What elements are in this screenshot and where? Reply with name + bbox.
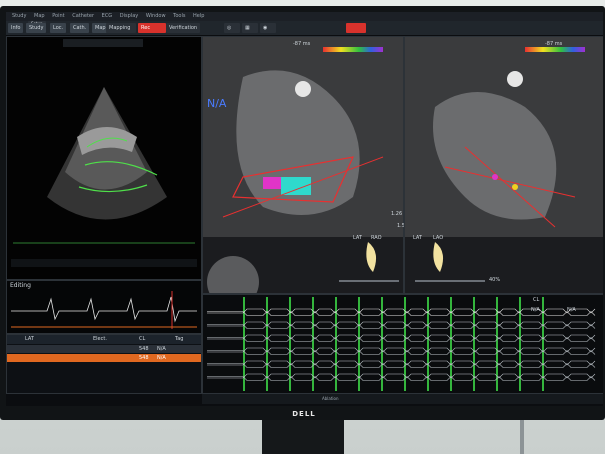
table-row-1-cl: 548 [139,346,149,352]
points-table: LAT Elect. CL Tag 548 N/A 548 N/A [6,334,202,394]
ecg-cl-label: CL [533,297,540,303]
map-left-view-label: RAO [371,235,382,241]
table-header-elect: Elect. [93,336,107,342]
map-left-na: N/A [207,97,227,110]
electroanatomic-map-right: -87 ms LAO LAT 40% [404,36,603,294]
table-row[interactable]: 548 N/A [7,345,201,353]
tab-info[interactable]: Info [8,23,24,33]
menu-tools[interactable]: Tools [173,13,185,19]
ecg-trace-line [207,321,596,327]
ecg-trace-line [207,350,596,355]
toolbar: Setup Info Study Loc. Cath. Map Mapping … [6,21,603,35]
electroanatomic-map-left: N/A -87 ms RAO LAT 1.26 1.52 [202,36,408,308]
map-left-value: -87 ms [293,41,311,47]
toolbar-alert[interactable] [346,23,366,33]
ecg-trace-line [207,360,596,366]
editing-signal [11,291,197,329]
ecg-na-1: N/A [531,307,540,313]
table-row-2-cl: 548 [139,355,149,361]
ecg-trace-line [207,334,596,340]
menu-help[interactable]: Help [193,13,204,19]
toolbar-icon-3[interactable]: ◉ [260,23,276,33]
map-right-value: -87 ms [545,41,563,47]
menu-map[interactable]: Map [34,13,45,19]
map-right-lat-label: LAT [413,235,422,241]
map-left-scale-a: 1.26 [391,211,403,217]
monitor-stand [262,420,344,454]
status-footer: Ablation [202,394,603,404]
toolbar-icon-1[interactable]: ◎ [224,23,240,33]
toolbar-icon-2[interactable]: ▦ [242,23,258,33]
record-button[interactable]: Rec [138,23,166,33]
ultrasound-panel [6,36,202,280]
tab-loc[interactable]: Loc. [50,23,67,33]
menu-window[interactable]: Window [146,13,166,19]
table-header: LAT Elect. CL Tag [7,335,201,344]
mapping-button[interactable]: Mapping [106,23,136,33]
ecg-trace-line [207,363,596,368]
menu-study[interactable]: Study [12,13,26,19]
tab-cath[interactable]: Cath. [70,23,90,33]
table-row[interactable]: 548 N/A [7,354,201,362]
menu-ecg[interactable]: ECG [102,13,113,19]
menu-catheter[interactable]: Catheter [72,13,94,19]
footer-ablation: Ablation [322,396,339,401]
ecg-traces-panel: CL N/A N/A [202,294,603,394]
menu-display[interactable]: Display [120,13,138,19]
ecg-trace-line [207,337,596,342]
verification-button[interactable]: Verification [166,23,201,33]
table-row-2-tag: N/A [157,355,166,361]
menu-bar: Study Map Point Catheter ECG Display Win… [6,12,603,21]
map-right-canvas [405,37,603,293]
ecg-traces [207,297,596,391]
map-left-canvas [203,37,403,308]
table-header-cl: CL [139,336,146,342]
table-header-tag: Tag [175,336,184,342]
editing-title: Editing [10,282,31,289]
cable [520,420,524,454]
map-left-lat-label: LAT [353,235,362,241]
tab-study[interactable]: Study [26,23,47,33]
ecg-trace-line [207,373,596,379]
table-row-1-tag: N/A [157,346,166,352]
monitor-logo: DELL [292,410,316,418]
map-right-pct: 40% [489,277,501,283]
ecg-na-2: N/A [567,307,576,313]
table-header-lat: LAT [25,336,34,342]
editing-panel: Editing [6,280,202,334]
menu-point[interactable]: Point [52,13,64,19]
ultrasound-image [11,39,197,267]
ecg-trace-line [207,324,596,329]
ecg-trace-line [207,376,596,381]
monitor-screen: Study Map Point Catheter ECG Display Win… [6,12,603,406]
ecg-trace-line [207,347,596,353]
map-right-view-label: LAO [433,235,444,241]
